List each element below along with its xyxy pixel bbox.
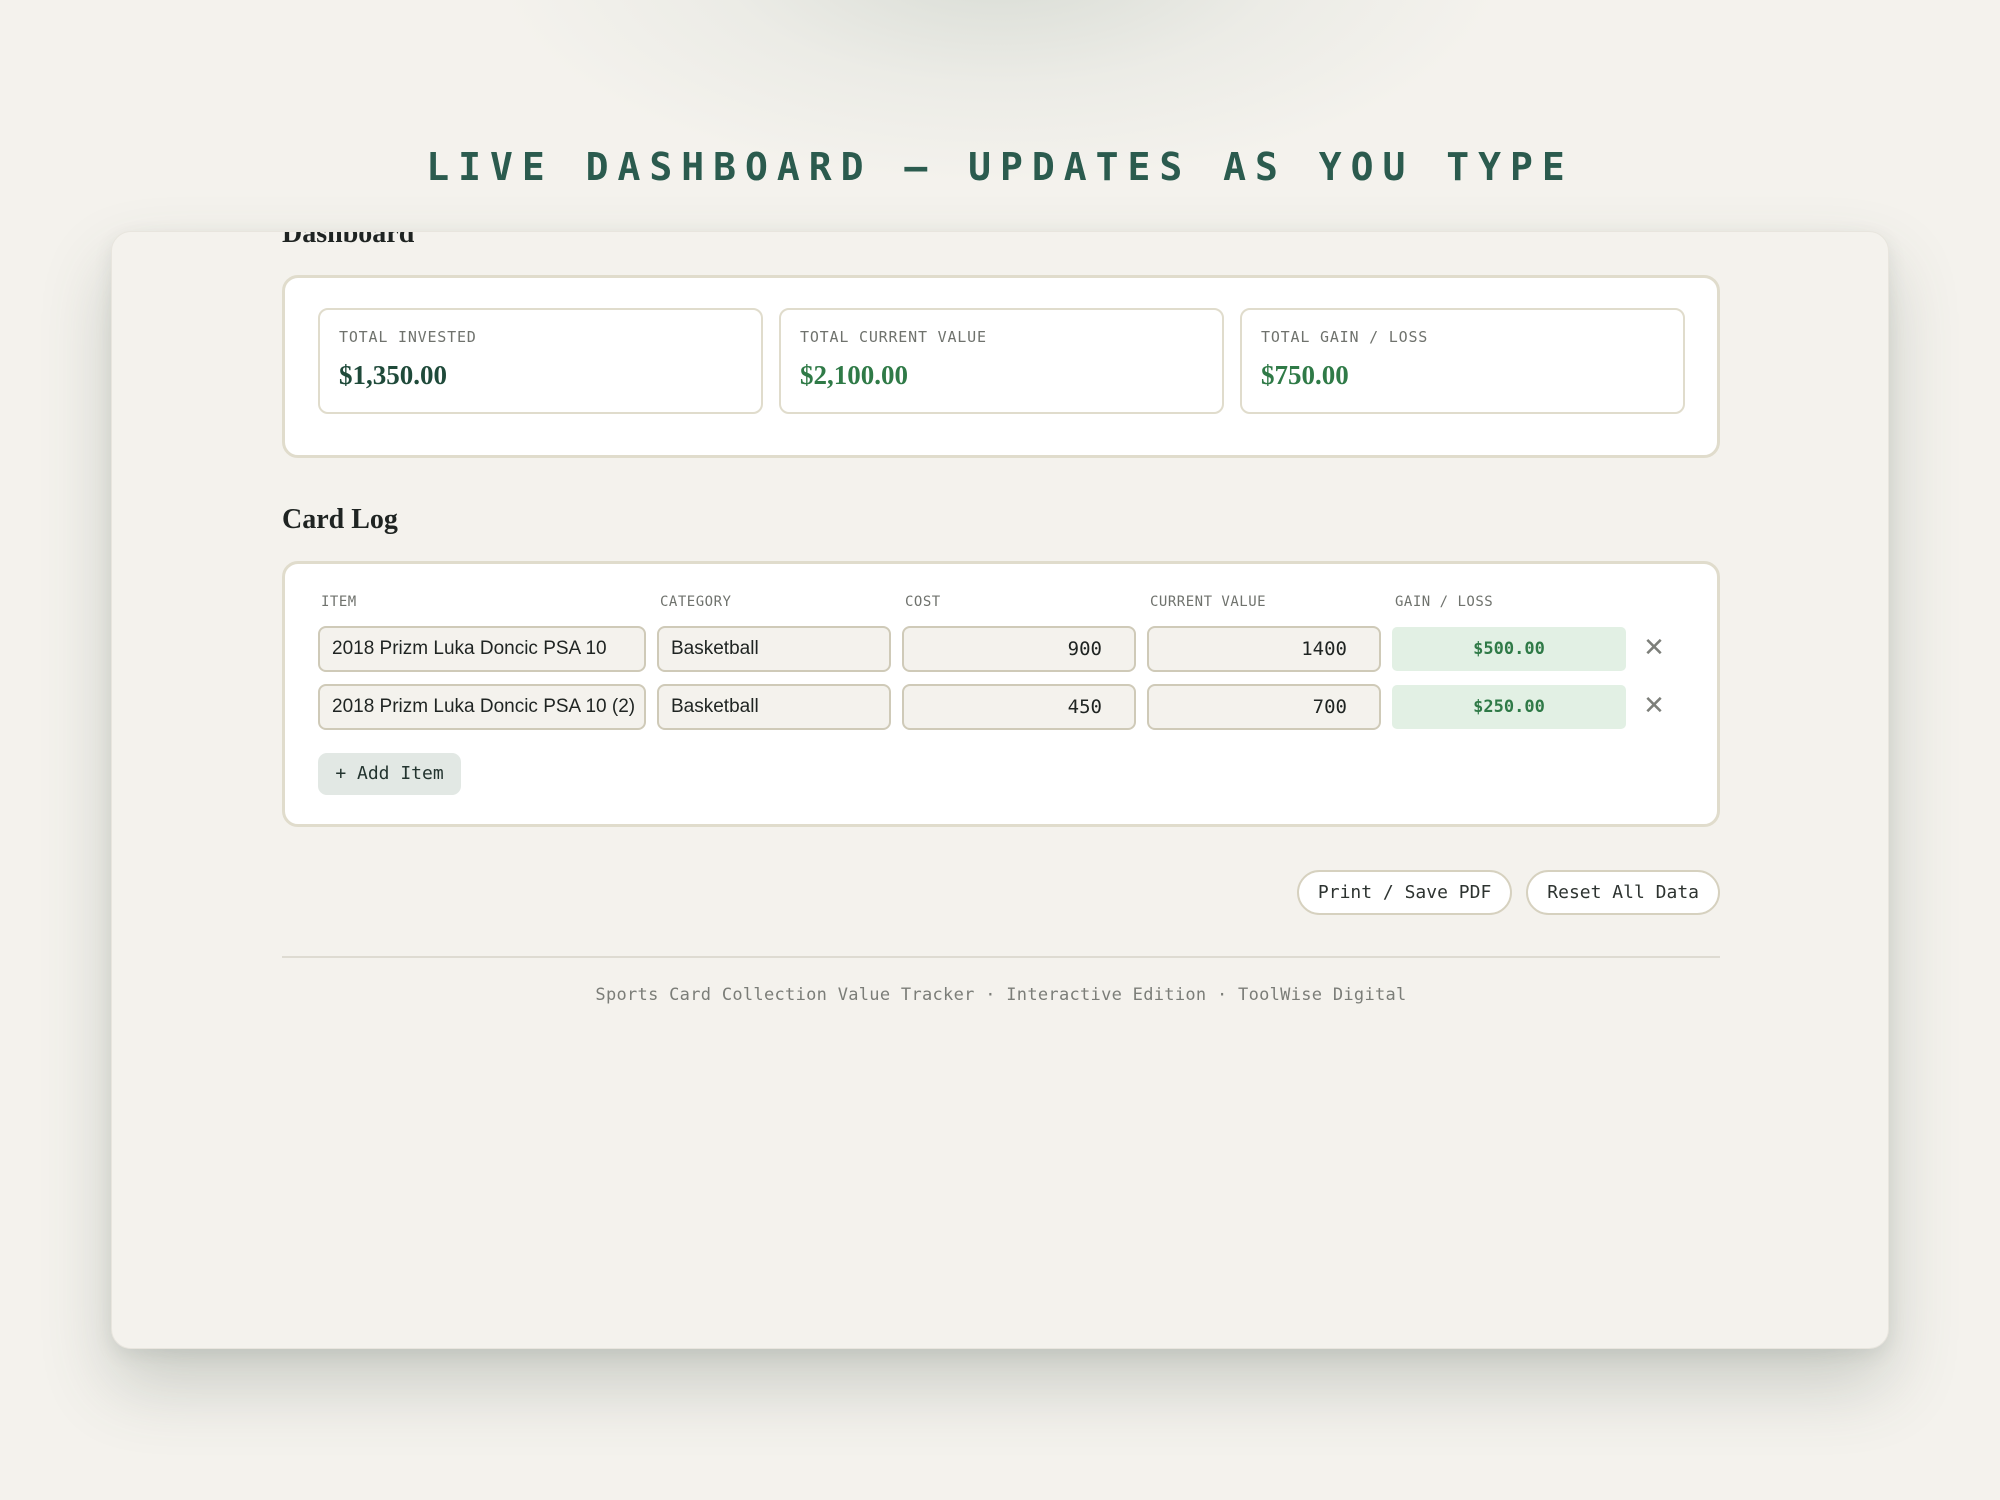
card-log-heading: Card Log xyxy=(282,504,398,535)
page-banner: LIVE DASHBOARD — UPDATES AS YOU TYPE xyxy=(426,145,1574,189)
current-value-input[interactable]: 1400 xyxy=(1147,626,1381,672)
gain-loss-value: $500.00 xyxy=(1392,627,1626,671)
column-header-gain-loss: GAIN / LOSS xyxy=(1395,594,1494,610)
stats-row: TOTAL INVESTED $1,350.00 TOTAL CURRENT V… xyxy=(318,308,1685,414)
item-input[interactable]: 2018 Prizm Luka Doncic PSA 10 xyxy=(318,626,646,672)
cost-input[interactable]: 900 xyxy=(902,626,1136,672)
cost-input[interactable]: 450 xyxy=(902,684,1136,730)
column-header-cost: COST xyxy=(905,594,941,610)
stat-label: TOTAL CURRENT VALUE xyxy=(800,328,987,346)
footer-text: Sports Card Collection Value Tracker · I… xyxy=(595,985,1407,1005)
column-header-category: CATEGORY xyxy=(660,594,732,610)
stat-label: TOTAL INVESTED xyxy=(339,328,477,346)
close-icon[interactable]: ✕ xyxy=(1634,626,1674,672)
action-buttons: Print / Save PDF Reset All Data xyxy=(1296,870,1720,915)
category-input[interactable]: Basketball xyxy=(657,626,891,672)
footer-divider xyxy=(282,956,1720,958)
dashboard-panel: TOTAL INVESTED $1,350.00 TOTAL CURRENT V… xyxy=(282,275,1720,458)
stat-value: $750.00 xyxy=(1261,360,1349,390)
app-window: Dashboard TOTAL INVESTED $1,350.00 TOTAL… xyxy=(111,231,1889,1349)
card-log-panel: ITEM CATEGORY COST CURRENT VALUE GAIN / … xyxy=(282,561,1720,827)
stat-total-invested: TOTAL INVESTED $1,350.00 xyxy=(318,308,763,414)
current-value-input[interactable]: 700 xyxy=(1147,684,1381,730)
stat-total-current-value: TOTAL CURRENT VALUE $2,100.00 xyxy=(779,308,1224,414)
stat-label: TOTAL GAIN / LOSS xyxy=(1261,328,1429,346)
item-input[interactable]: 2018 Prizm Luka Doncic PSA 10 (2) xyxy=(318,684,646,730)
stat-value: $2,100.00 xyxy=(800,360,908,390)
stat-value: $1,350.00 xyxy=(339,360,447,390)
stat-total-gain-loss: TOTAL GAIN / LOSS $750.00 xyxy=(1240,308,1685,414)
column-header-current-value: CURRENT VALUE xyxy=(1150,594,1267,610)
close-icon[interactable]: ✕ xyxy=(1634,684,1674,730)
gain-loss-value: $250.00 xyxy=(1392,685,1626,729)
table-row: 2018 Prizm Luka Doncic PSA 10 Basketball… xyxy=(318,626,1678,672)
add-item-button[interactable]: + Add Item xyxy=(318,753,461,795)
dashboard-heading: Dashboard xyxy=(282,231,415,249)
print-save-pdf-button[interactable]: Print / Save PDF xyxy=(1296,870,1513,915)
category-input[interactable]: Basketball xyxy=(657,684,891,730)
reset-all-data-button[interactable]: Reset All Data xyxy=(1526,870,1720,915)
column-header-item: ITEM xyxy=(321,594,357,610)
table-row: 2018 Prizm Luka Doncic PSA 10 (2) Basket… xyxy=(318,684,1678,730)
